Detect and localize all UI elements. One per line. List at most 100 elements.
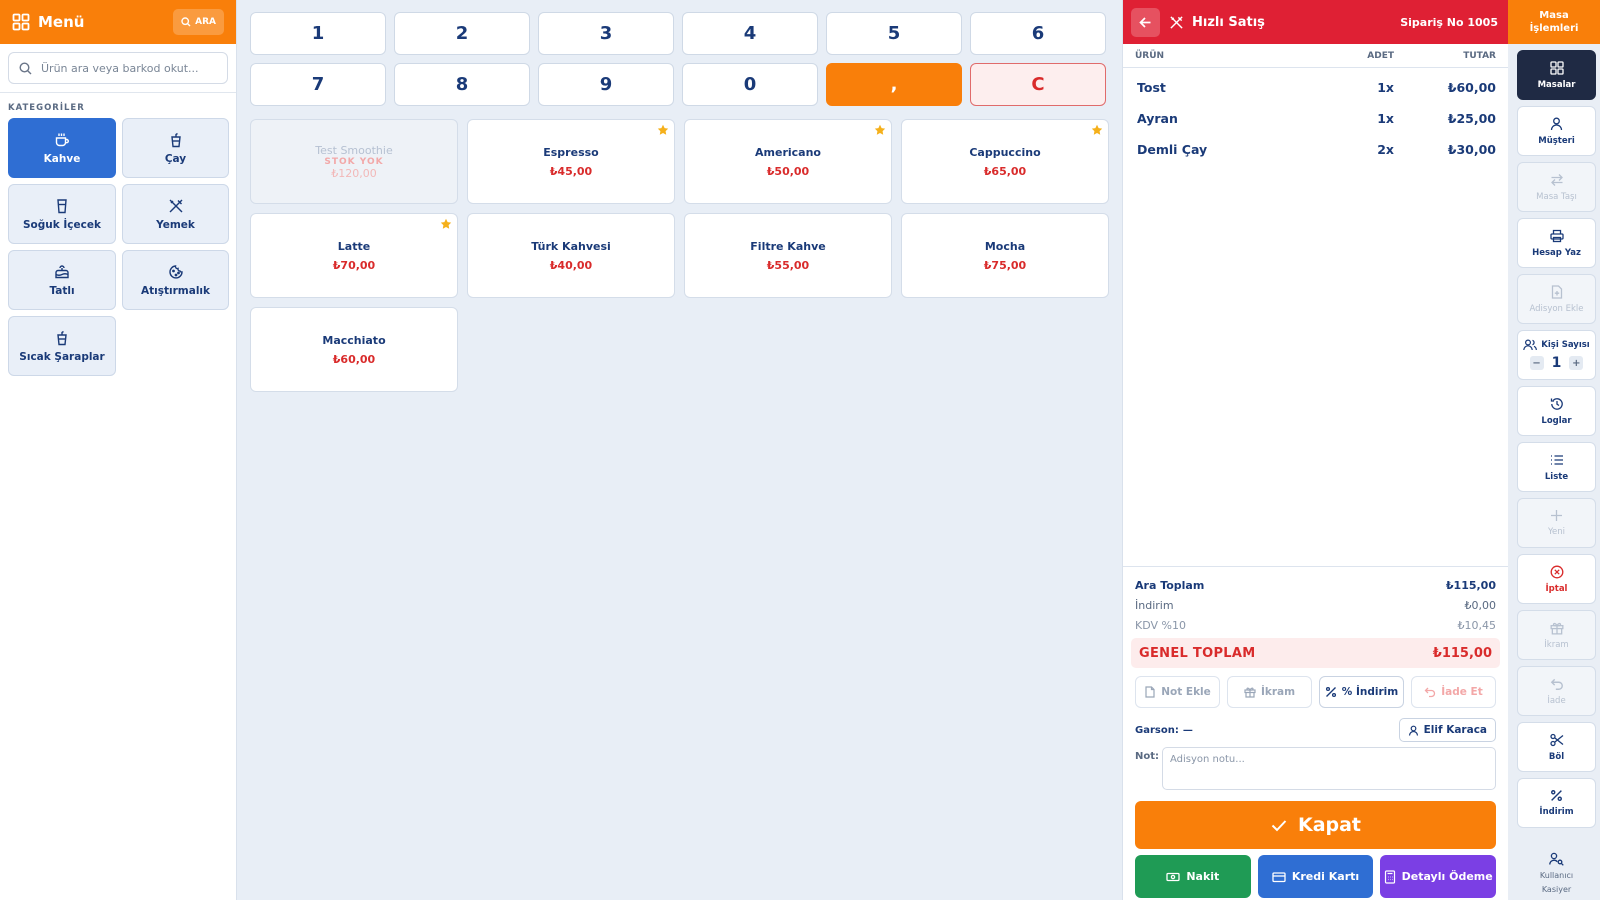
category-tatli[interactable]: Tatlı <box>8 250 116 310</box>
list-button[interactable]: Liste <box>1517 442 1596 492</box>
current-user[interactable]: Kullanıcı Kasiyer <box>1517 844 1596 900</box>
print-bill-button[interactable]: Hesap Yaz <box>1517 218 1596 268</box>
item-qty: 1x <box>1377 80 1394 95</box>
waiter-value: — <box>1182 724 1193 736</box>
search-toggle-button[interactable]: ARA <box>173 9 224 35</box>
increment-button[interactable]: + <box>1569 356 1584 370</box>
tables-label: Masalar <box>1537 79 1576 90</box>
menu-title: Menü <box>38 13 85 31</box>
note-label: Not: <box>1135 751 1160 762</box>
add-bill-button[interactable]: Adisyon Ekle <box>1517 274 1596 324</box>
category-label: Soğuk İçecek <box>23 218 101 231</box>
back-button[interactable] <box>1131 7 1160 37</box>
customer-label: Müşteri <box>1538 135 1575 146</box>
key-5[interactable]: 5 <box>826 12 962 55</box>
users-icon <box>1523 339 1538 351</box>
logs-label: Loglar <box>1541 415 1572 426</box>
split-button[interactable]: Böl <box>1517 722 1596 772</box>
col-total: TUTAR <box>1463 50 1496 61</box>
key-3[interactable]: 3 <box>538 12 674 55</box>
menu-sidebar: Menü ARA Ürün ara veya barkod okut... KA… <box>0 0 237 900</box>
product-price: ₺75,00 <box>983 258 1027 272</box>
cancel-order-button[interactable]: İptal <box>1517 554 1596 604</box>
key-1[interactable]: 1 <box>250 12 386 55</box>
grid-icon <box>1549 60 1564 75</box>
product-card[interactable]: Macchiato ₺60,00 <box>250 307 458 392</box>
category-yemek[interactable]: Yemek <box>122 184 229 244</box>
detailed-payment-button[interactable]: Detaylı Ödeme <box>1380 855 1497 898</box>
category-soguk-icecek[interactable]: Soğuk İçecek <box>8 184 116 244</box>
note-placeholder: Adisyon notu... <box>1170 754 1245 765</box>
discount-tool-button[interactable]: İndirim <box>1517 778 1596 828</box>
order-row[interactable]: Demli Çay 2x ₺30,00 <box>1123 134 1508 165</box>
category-sicak-saraplar[interactable]: Sıcak Şaraplar <box>8 316 116 376</box>
product-card[interactable]: Espresso ₺45,00 <box>467 119 675 204</box>
key-2[interactable]: 2 <box>394 12 530 55</box>
product-price: ₺50,00 <box>766 164 810 178</box>
percent-discount-button[interactable]: % İndirim <box>1319 676 1404 708</box>
product-card[interactable]: Test Smoothie STOK YOK ₺120,00 <box>250 119 458 204</box>
product-card[interactable]: Americano ₺50,00 <box>684 119 892 204</box>
order-actions: Not Ekle İkram % İndirim İade Et <box>1135 676 1496 708</box>
tables-button[interactable]: Masalar <box>1517 50 1596 100</box>
refund-button[interactable]: İade Et <box>1411 676 1496 708</box>
key-comma[interactable]: , <box>826 63 962 106</box>
user-icon <box>1550 117 1563 131</box>
guest-count-stepper: − 1 + <box>1529 355 1584 371</box>
grand-total-value: ₺115,00 <box>1432 645 1492 661</box>
category-cay[interactable]: Çay <box>122 118 229 178</box>
out-of-stock-badge: STOK YOK <box>324 156 384 167</box>
order-table-header: ÜRÜN ADET TUTAR <box>1123 44 1508 68</box>
new-button[interactable]: Yeni <box>1517 498 1596 548</box>
add-note-button[interactable]: Not Ekle <box>1135 676 1220 708</box>
product-card[interactable]: Cappuccino ₺65,00 <box>901 119 1109 204</box>
order-title: Hızlı Satış <box>1192 14 1265 30</box>
key-8[interactable]: 8 <box>394 63 530 106</box>
order-row[interactable]: Tost 1x ₺60,00 <box>1123 72 1508 103</box>
product-card[interactable]: Mocha ₺75,00 <box>901 213 1109 298</box>
categories-title: KATEGORİLER <box>8 103 85 113</box>
product-card[interactable]: Latte ₺70,00 <box>250 213 458 298</box>
cake-icon <box>54 264 70 280</box>
order-note-input[interactable]: Adisyon notu... <box>1162 747 1496 790</box>
star-icon <box>1091 124 1103 136</box>
search-toggle-label: ARA <box>195 17 216 27</box>
discount-label: İndirim <box>1135 598 1174 612</box>
cancel-order-label: İptal <box>1545 583 1568 594</box>
product-card[interactable]: Türk Kahvesi ₺40,00 <box>467 213 675 298</box>
key-9[interactable]: 9 <box>538 63 674 106</box>
close-order-button[interactable]: Kapat <box>1135 801 1496 849</box>
treat-tool-button[interactable]: İkram <box>1517 610 1596 660</box>
category-grid: Kahve Çay Soğuk İçecek Yemek Tatlı Atışt… <box>8 118 229 376</box>
product-search-input[interactable]: Ürün ara veya barkod okut... <box>8 52 228 84</box>
cash-payment-button[interactable]: Nakit <box>1135 855 1251 898</box>
card-payment-button[interactable]: Kredi Kartı <box>1257 855 1374 898</box>
category-label: Tatlı <box>49 284 75 297</box>
category-atistirmalik[interactable]: Atıştırmalık <box>122 250 229 310</box>
category-kahve[interactable]: Kahve <box>8 118 116 178</box>
guest-count-value: 1 <box>1551 355 1562 371</box>
key-4[interactable]: 4 <box>682 12 818 55</box>
refund-tool-button[interactable]: İade <box>1517 666 1596 716</box>
product-area: 1 2 3 4 5 6 7 8 9 0 , C Test Smoothie ST… <box>237 0 1122 900</box>
product-name: Espresso <box>543 145 599 159</box>
key-6[interactable]: 6 <box>970 12 1106 55</box>
product-price: ₺45,00 <box>549 164 593 178</box>
product-name: Americano <box>755 145 821 159</box>
key-0[interactable]: 0 <box>682 63 818 106</box>
logs-button[interactable]: Loglar <box>1517 386 1596 436</box>
treat-label: İkram <box>1260 686 1296 698</box>
key-7[interactable]: 7 <box>250 63 386 106</box>
treat-button[interactable]: İkram <box>1227 676 1312 708</box>
vat-value: ₺10,45 <box>1457 618 1497 632</box>
customer-button[interactable]: Müşteri <box>1517 106 1596 156</box>
product-card[interactable]: Filtre Kahve ₺55,00 <box>684 213 892 298</box>
waiter-select-button[interactable]: Elif Karaca <box>1398 718 1496 742</box>
move-table-button[interactable]: Masa Taşı <box>1517 162 1596 212</box>
order-row[interactable]: Ayran 1x ₺25,00 <box>1123 103 1508 134</box>
divider <box>0 92 236 93</box>
decrement-button[interactable]: − <box>1529 356 1544 370</box>
item-qty: 1x <box>1377 111 1394 126</box>
key-clear[interactable]: C <box>970 63 1106 106</box>
subtotal-row: Ara Toplam ₺115,00 <box>1123 575 1508 595</box>
